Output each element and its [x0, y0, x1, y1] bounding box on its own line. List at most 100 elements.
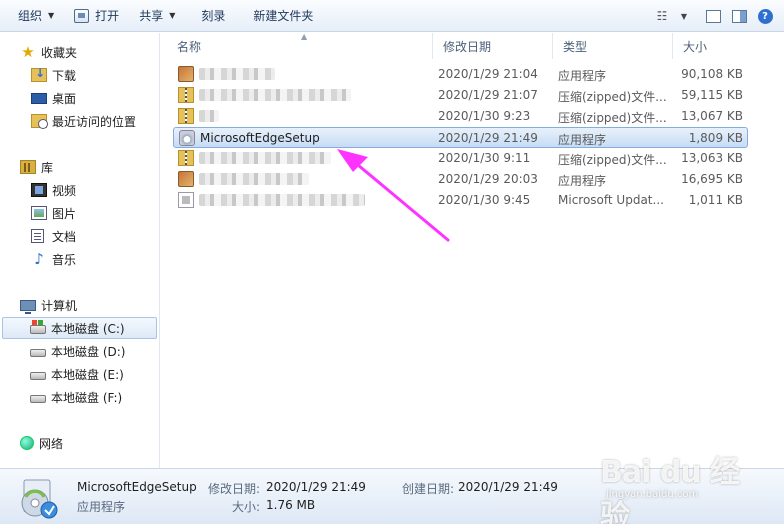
update-package-icon — [178, 192, 194, 208]
file-modified: 2020/1/30 9:23 — [438, 109, 531, 123]
column-header-name[interactable]: ▲ 名称 — [167, 32, 433, 59]
share-label: 共享 — [139, 9, 164, 23]
table-row[interactable]: 2020/1/29 20:03 应用程序 16,695 KB — [173, 169, 748, 190]
organize-button[interactable]: 组织 ▼ — [8, 0, 64, 32]
sidebar-item-network[interactable]: 网络 — [20, 432, 63, 454]
sidebar-item-label: 计算机 — [41, 298, 78, 313]
file-type: 应用程序 — [558, 69, 607, 83]
burn-button[interactable]: 刻录 — [185, 0, 235, 32]
details-pane-button[interactable] — [700, 0, 726, 32]
sidebar-item-label: 库 — [41, 160, 54, 175]
file-type: 应用程序 — [558, 174, 607, 188]
new-folder-button[interactable]: 新建文件夹 — [235, 0, 323, 32]
sidebar-item-label: 视频 — [52, 183, 77, 198]
file-modified: 2020/1/29 21:07 — [438, 88, 538, 102]
column-header-type[interactable]: 类型 — [553, 33, 673, 59]
view-options-button[interactable]: ☷ — [648, 0, 676, 32]
sidebar-item-label: 本地磁盘 (C:) — [51, 321, 125, 336]
sidebar-item-label: 下载 — [52, 68, 77, 83]
share-button[interactable]: 共享 ▼ — [129, 0, 185, 32]
sidebar-item-videos[interactable]: 视频 — [31, 179, 76, 201]
view-dropdown-button[interactable]: ▼ — [676, 0, 692, 32]
open-label: 打开 — [95, 9, 120, 23]
drive-icon — [30, 395, 46, 403]
details-file-name: MicrosoftEdgeSetup — [77, 480, 197, 494]
recent-places-icon — [31, 114, 48, 129]
column-header-size[interactable]: 大小 — [673, 33, 753, 59]
sidebar-item-documents[interactable]: 文档 — [31, 225, 76, 247]
navigation-pane: ★ 收藏夹 下载 桌面 最近访问的位置 库 视频 图片 文档 ♪ 音乐 计算机 … — [0, 33, 160, 468]
sidebar-item-pictures[interactable]: 图片 — [31, 202, 76, 224]
sidebar-item-label: 本地磁盘 (E:) — [51, 367, 124, 382]
open-button[interactable]: 打开 — [64, 0, 129, 32]
zip-icon — [178, 108, 194, 124]
pane-icon — [705, 9, 721, 23]
sidebar-item-label: 本地磁盘 (F:) — [51, 390, 123, 405]
star-icon: ★ — [21, 43, 35, 61]
details-size-value: 1.76 MB — [266, 498, 316, 512]
details-size-label: 大小: — [232, 500, 261, 514]
column-header-label: 名称 — [177, 39, 202, 54]
computer-icon — [20, 299, 36, 314]
sidebar-item-drive-c[interactable]: 本地磁盘 (C:) — [2, 317, 157, 339]
column-header-label: 大小 — [683, 39, 708, 54]
sidebar-item-drive-f[interactable]: 本地磁盘 (F:) — [30, 386, 122, 408]
details-modified-value: 2020/1/29 21:49 — [266, 480, 366, 494]
table-row[interactable]: 2020/1/30 9:11 压缩(zipped)文件... 13,063 KB — [173, 148, 748, 169]
zip-icon — [178, 87, 194, 103]
file-size: 90,108 KB — [681, 67, 743, 81]
system-drive-icon — [30, 320, 46, 334]
open-icon — [74, 8, 90, 23]
table-row[interactable]: 2020/1/30 9:45 Microsoft Updat... 1,011 … — [173, 190, 748, 211]
sidebar-item-drive-e[interactable]: 本地磁盘 (E:) — [30, 363, 124, 385]
file-name: MicrosoftEdgeSetup — [200, 131, 320, 145]
network-icon — [20, 436, 34, 450]
file-modified: 2020/1/29 21:49 — [438, 131, 538, 145]
sidebar-item-favorites[interactable]: ★ 收藏夹 — [20, 41, 77, 63]
organize-label: 组织 — [18, 9, 43, 23]
desktop-icon — [31, 92, 47, 104]
table-row[interactable]: 2020/1/29 21:07 压缩(zipped)文件... 59,115 K… — [173, 85, 748, 106]
help-icon: ? — [757, 8, 773, 24]
downloads-folder-icon — [31, 66, 47, 82]
blurred-file-name — [199, 173, 309, 185]
burn-label: 刻录 — [201, 9, 226, 23]
sidebar-item-label: 图片 — [52, 206, 77, 221]
table-row[interactable]: 2020/1/30 9:23 压缩(zipped)文件... 13,067 KB — [173, 106, 748, 127]
file-size: 1,809 KB — [688, 131, 743, 145]
blurred-file-name — [199, 194, 365, 206]
application-icon — [178, 171, 194, 187]
sidebar-item-label: 收藏夹 — [41, 45, 78, 60]
sidebar-item-libraries[interactable]: 库 — [20, 156, 53, 178]
table-row[interactable]: 2020/1/29 21:04 应用程序 90,108 KB — [173, 64, 748, 85]
sidebar-item-music[interactable]: ♪ 音乐 — [31, 248, 76, 270]
toolbar-right: ☷ ▼ ? — [648, 0, 784, 32]
new-folder-label: 新建文件夹 — [253, 9, 314, 23]
library-icon — [20, 160, 36, 174]
sidebar-item-drive-d[interactable]: 本地磁盘 (D:) — [30, 340, 125, 362]
details-modified-label: 修改日期: — [208, 482, 261, 496]
column-header-modified[interactable]: 修改日期 — [433, 33, 553, 59]
sidebar-item-label: 最近访问的位置 — [52, 114, 137, 129]
drive-icon — [30, 349, 46, 357]
setup-icon — [21, 479, 58, 519]
document-icon — [31, 229, 44, 243]
sidebar-item-recent[interactable]: 最近访问的位置 — [31, 110, 136, 132]
zip-icon — [178, 150, 194, 166]
sidebar-item-label: 本地磁盘 (D:) — [51, 344, 126, 359]
blurred-file-name — [199, 89, 351, 101]
sort-ascending-icon: ▲ — [301, 32, 308, 41]
file-list: ▲ 名称 修改日期 类型 大小 2020/1/29 21:04 应用程序 90,… — [161, 32, 784, 468]
sidebar-item-computer[interactable]: 计算机 — [20, 294, 77, 316]
view-list-icon: ☷ — [656, 9, 668, 23]
help-button[interactable]: ? — [752, 0, 778, 32]
blurred-file-name — [199, 110, 219, 122]
table-row-selected[interactable]: MicrosoftEdgeSetup 2020/1/29 21:49 应用程序 … — [173, 127, 748, 148]
setup-icon — [179, 130, 195, 146]
file-modified: 2020/1/29 21:04 — [438, 67, 538, 81]
preview-pane-button[interactable] — [726, 0, 752, 32]
drive-icon — [30, 372, 46, 380]
sidebar-item-downloads[interactable]: 下载 — [31, 64, 76, 86]
file-size: 13,063 KB — [681, 151, 743, 165]
sidebar-item-desktop[interactable]: 桌面 — [31, 87, 76, 109]
